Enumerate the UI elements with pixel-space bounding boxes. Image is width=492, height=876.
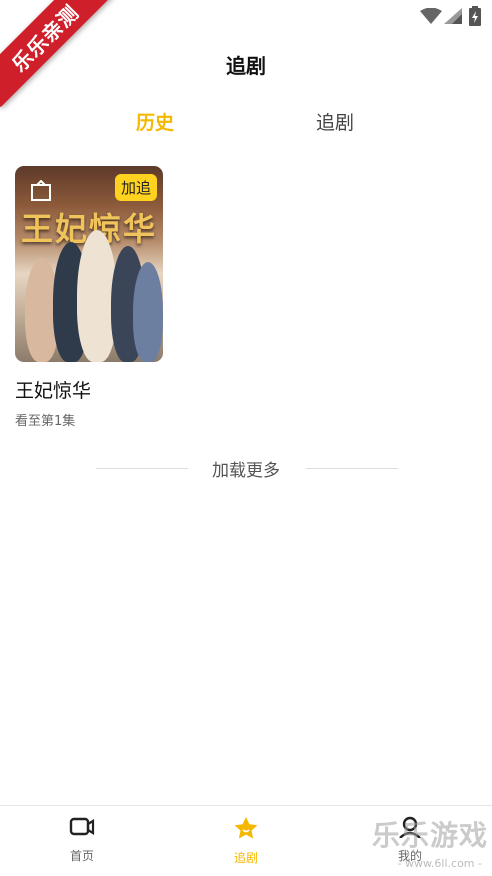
wifi-icon [420,8,442,24]
poster-figure [133,262,163,362]
watermark-logo: 乐乐游戏 [371,819,488,852]
nav-follow-label: 追剧 [233,851,258,865]
tab-following[interactable]: 追剧 [316,108,354,135]
add-follow-badge[interactable]: 加追 [114,174,157,201]
nav-follow[interactable]: 追剧 [206,816,286,866]
drama-poster[interactable]: 王妃惊华 加追 [15,166,163,362]
watermark-url: - www.6ll.com - [397,857,482,870]
drama-title[interactable]: 王妃惊华 [15,376,91,403]
nav-home[interactable]: 首页 [42,816,122,864]
history-card[interactable]: 王妃惊华 加追 [15,166,163,362]
star-icon [234,817,258,839]
tab-bar: 历史 追剧 [0,108,492,142]
video-icon [69,817,95,836]
load-more-label[interactable]: 加载更多 [0,456,492,481]
nav-home-label: 首页 [69,849,94,863]
watch-progress: 看至第1集 [15,414,76,429]
brand-logo-icon [31,180,51,201]
divider-right [306,468,398,469]
battery-icon [469,6,481,26]
signal-icon [444,8,462,24]
load-more[interactable]: 加载更多 [0,456,492,481]
page-title: 追剧 [226,54,266,78]
tab-history[interactable]: 历史 [136,108,174,135]
